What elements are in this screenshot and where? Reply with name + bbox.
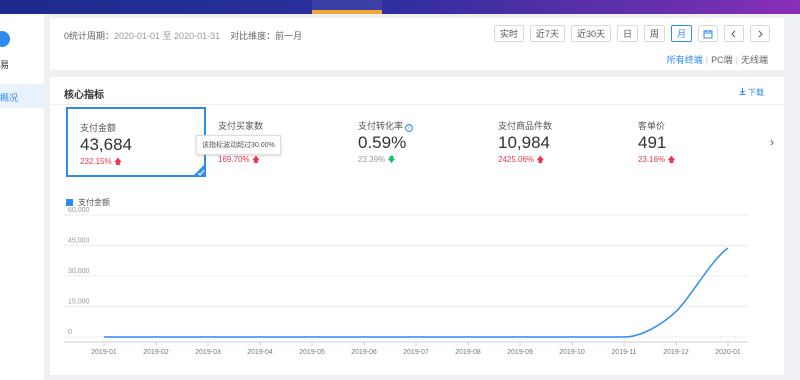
download-button[interactable]: 下载 [739,87,764,98]
realtime-button[interactable]: 实时 [493,25,524,42]
terminal-filter: 所有终端 | PC端 | 无线端 [666,55,768,65]
period-dates: 2020-01-01 至 2020-01-31 [114,31,221,41]
selected-check-icon [192,163,206,177]
y-tick-label: 0 [68,329,72,336]
x-tick-label: 2019-02 [143,349,169,356]
y-tick-label: 15,000 [68,299,90,306]
arrow-up-icon: 🡅 [536,155,545,164]
y-tick-label: 45,000 [68,238,90,245]
x-tick-label: 2019-04 [247,349,273,356]
x-tick-label: 2019-03 [195,349,221,356]
tooltip: 该指标波动超过30.00% [196,135,281,155]
compare-dimension: 对比维度：前一月 [230,31,303,41]
help-icon[interactable]: ? [405,124,414,132]
metric-change: 23.39% 🡇 [358,155,396,164]
metric-value: 491 [638,133,667,152]
last-7-days-button[interactable]: 近7天 [529,25,565,42]
series-line-payment-amount [104,247,729,338]
metric-card-avg-order-value[interactable]: 客单价 491 23.16% 🡅 [626,107,766,177]
sidebar-logo-icon [0,31,10,47]
x-tick-label: 2019-06 [351,349,377,356]
top-navigation-bar [0,0,800,14]
core-metrics-panel: 核心指标 下载 支付金额 43,684 232.15% 🡅 支付买家数 169.… [50,77,784,375]
metric-value: 0.59% [358,133,407,152]
metric-change: 169.70% 🡅 [218,155,261,164]
top-nav-active-indicator [312,10,382,14]
metric-value: 10,984 [498,133,550,152]
terminal-all[interactable]: 所有终端 [667,55,703,65]
chevron-right-icon[interactable]: › [770,135,774,149]
metric-label: 支付商品件数 [498,121,553,131]
download-label: 下载 [748,88,764,97]
last-30-days-button[interactable]: 近30天 [570,25,611,42]
month-button[interactable]: 月 [670,25,692,42]
period-label: 0统计周期： [64,31,115,41]
calendar-icon[interactable] [698,25,718,42]
chevron-left-icon[interactable] [724,25,744,42]
x-tick-label: 2019-11 [611,349,636,356]
stat-period: 0统计周期：2020-01-01 至 2020-01-31 对比维度：前一月 [64,29,302,42]
arrow-up-icon: 🡅 [113,157,123,166]
week-button[interactable]: 周 [643,25,665,42]
day-button[interactable]: 日 [616,25,638,42]
x-tick-label: 2019-10 [559,349,585,356]
x-tick-label: 2019-07 [403,349,429,356]
sidebar: 易 概况 [0,14,44,380]
metric-change: 23.16% 🡅 [638,155,676,164]
metric-change: 232.15% 🡅 [80,157,123,166]
metric-card-payment-amount[interactable]: 支付金额 43,684 232.15% 🡅 [66,107,206,177]
arrow-down-icon: 🡇 [387,155,396,164]
x-tick-label: 2019-09 [507,349,533,356]
y-tick-label: 60,000 [68,207,90,214]
sidebar-item-label[interactable]: 易 [0,58,9,71]
metric-card-conversion-rate[interactable]: 支付转化率? 0.59% 23.39% 🡇 [346,107,486,177]
date-toolbar: 0统计周期：2020-01-01 至 2020-01-31 对比维度：前一月 实时… [50,18,784,70]
chevron-right-icon[interactable] [750,25,770,42]
x-tick-label: 2019-12 [663,349,689,356]
download-icon [739,88,746,95]
metric-cards: 支付金额 43,684 232.15% 🡅 支付买家数 169.70% 🡅 支付… [66,107,766,177]
terminal-wireless[interactable]: 无线端 [741,55,768,65]
divider [50,104,784,105]
payment-amount-line-chart: 0 15,000 30,000 45,000 60,000 2019-01 2019-02 2… [64,207,748,356]
sidebar-item-overview-label[interactable]: 概况 [0,91,18,104]
metric-label: 支付买家数 [218,121,264,131]
arrow-up-icon: 🡅 [251,155,261,164]
metric-label: 支付转化率? [358,119,414,132]
panel-title: 核心指标 [64,90,104,101]
x-tick-label: 2019-08 [455,349,481,356]
metric-value: 43,684 [80,135,132,154]
metric-change: 2425.06% 🡅 [498,155,545,164]
x-tick-label: 2020-01 [715,349,741,356]
terminal-pc[interactable]: PC端 [711,55,733,65]
metric-label: 支付金额 [80,123,117,133]
metric-label: 客单价 [638,121,666,131]
metric-card-items-sold[interactable]: 支付商品件数 10,984 2425.06% 🡅 [486,107,626,177]
x-tick-label: 2019-01 [91,349,117,356]
time-range-buttons: 实时 近7天 近30天 日 周 月 [493,25,770,42]
legend-swatch [66,199,73,206]
x-tick-label: 2019-05 [299,349,325,356]
y-tick-label: 30,000 [68,268,90,275]
arrow-up-icon: 🡅 [667,155,676,164]
